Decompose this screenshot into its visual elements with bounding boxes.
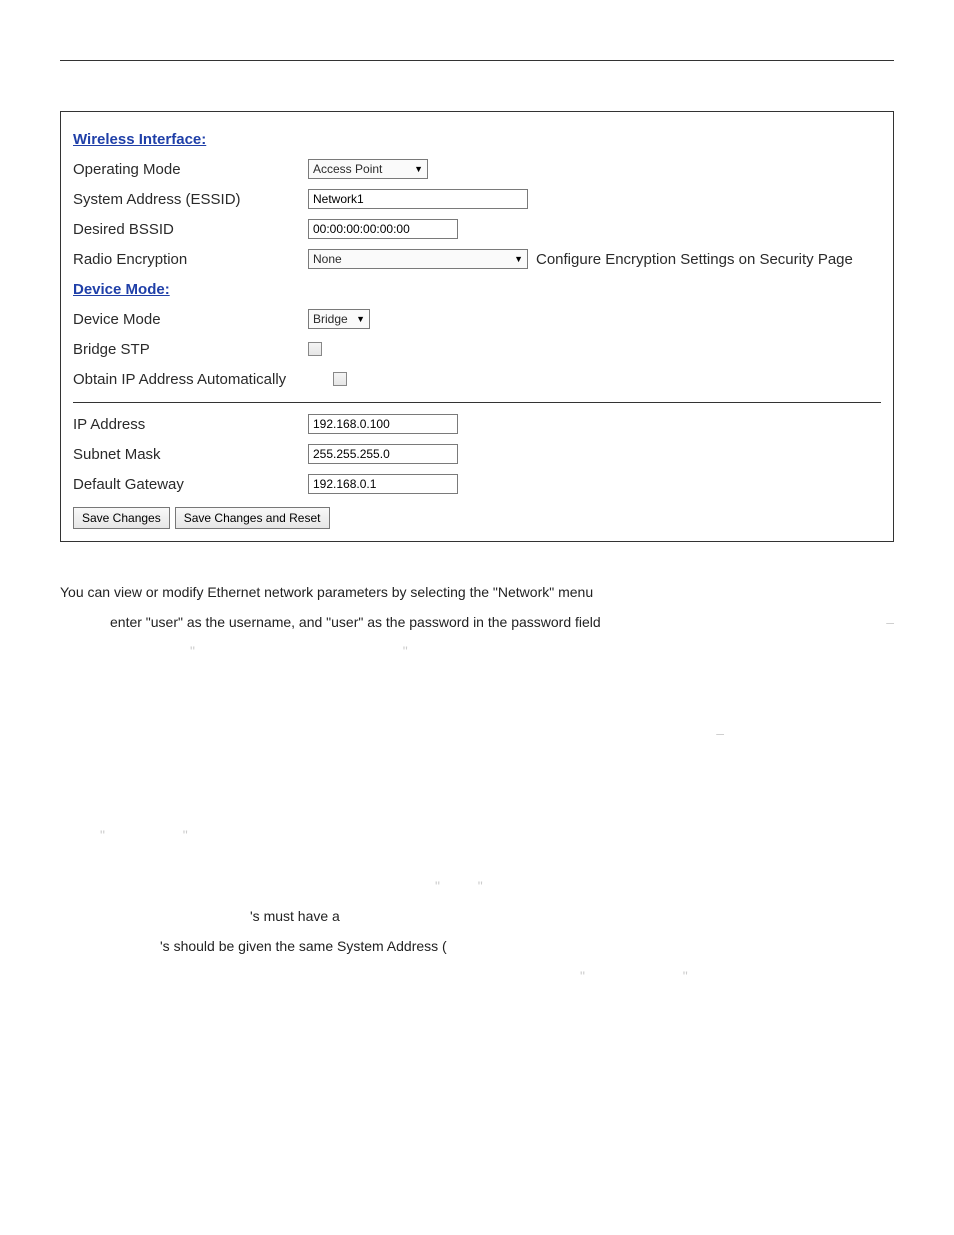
doc-qm-1b: " [403, 643, 408, 659]
doc-qm-4b: " [683, 968, 688, 984]
save-reset-button[interactable]: Save Changes and Reset [175, 507, 330, 529]
row-dhcp: Obtain IP Address Automatically [73, 366, 881, 392]
doc-p1: You can view or modify Ethernet network … [60, 582, 894, 604]
subnet-input[interactable] [308, 444, 458, 464]
save-button[interactable]: Save Changes [73, 507, 170, 529]
bssid-label: Desired BSSID [73, 221, 308, 238]
doc-dash2: – [716, 725, 724, 741]
essid-input[interactable] [308, 189, 528, 209]
row-ip-address: IP Address [73, 411, 881, 437]
bridge-stp-checkbox[interactable] [308, 342, 322, 356]
top-divider [60, 60, 894, 61]
doc-dash1: – [886, 612, 894, 634]
row-gateway: Default Gateway [73, 471, 881, 497]
encryption-settings-link[interactable]: Configure Encryption Settings on Securit… [536, 251, 853, 268]
chevron-down-icon: ▼ [514, 254, 523, 264]
subnet-label: Subnet Mask [73, 446, 308, 463]
row-bridge-stp: Bridge STP [73, 336, 881, 362]
ip-divider [73, 402, 881, 403]
operating-mode-value: Access Point [313, 162, 382, 176]
dhcp-checkbox[interactable] [333, 372, 347, 386]
network-config-panel: Wireless Interface: Operating Mode Acces… [60, 111, 894, 542]
gateway-input[interactable] [308, 474, 458, 494]
doc-qm-1a: " [190, 643, 195, 659]
row-encryption: Radio Encryption None ▼ Configure Encryp… [73, 246, 881, 272]
device-mode-label: Device Mode [73, 311, 308, 328]
doc-qm-4a: " [580, 968, 585, 984]
doc-p2: enter "user" as the username, and "user"… [110, 612, 601, 634]
encryption-label: Radio Encryption [73, 251, 308, 268]
doc-qm-3a: " [435, 878, 440, 894]
ip-address-label: IP Address [73, 416, 308, 433]
doc-p4: 's should be given the same System Addre… [60, 936, 894, 958]
dhcp-label: Obtain IP Address Automatically [73, 371, 333, 388]
doc-qm-2a: " [100, 827, 105, 843]
row-device-mode: Device Mode Bridge ▼ [73, 306, 881, 332]
encryption-value: None [313, 252, 342, 266]
device-mode-value: Bridge [313, 312, 348, 326]
doc-p3: 's must have a [60, 906, 894, 928]
encryption-select[interactable]: None ▼ [308, 249, 528, 269]
section-device-title: Device Mode: [73, 281, 170, 298]
row-bssid: Desired BSSID [73, 216, 881, 242]
document-body: You can view or modify Ethernet network … [60, 582, 894, 987]
chevron-down-icon: ▼ [356, 314, 365, 324]
row-operating-mode: Operating Mode Access Point ▼ [73, 156, 881, 182]
ip-address-input[interactable] [308, 414, 458, 434]
bssid-input[interactable] [308, 219, 458, 239]
doc-qm-3b: " [478, 878, 483, 894]
section-wireless-title: Wireless Interface: [73, 131, 206, 148]
bridge-stp-label: Bridge STP [73, 341, 308, 358]
device-mode-select[interactable]: Bridge ▼ [308, 309, 370, 329]
gateway-label: Default Gateway [73, 476, 308, 493]
button-row: Save Changes Save Changes and Reset [73, 507, 881, 529]
row-subnet: Subnet Mask [73, 441, 881, 467]
operating-mode-select[interactable]: Access Point ▼ [308, 159, 428, 179]
doc-qm-2b: " [183, 827, 188, 843]
operating-mode-label: Operating Mode [73, 161, 308, 178]
chevron-down-icon: ▼ [414, 164, 423, 174]
row-essid: System Address (ESSID) [73, 186, 881, 212]
essid-label: System Address (ESSID) [73, 191, 308, 208]
